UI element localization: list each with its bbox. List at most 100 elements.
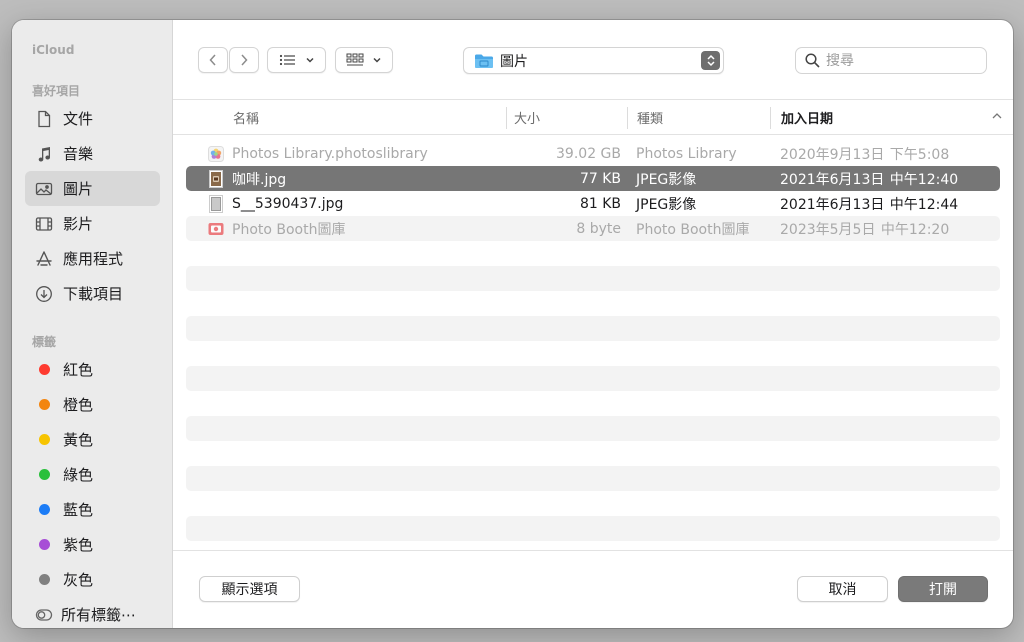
file-kind: Photos Library [636, 145, 737, 162]
sidebar-item-label: 所有標籤⋯ [61, 606, 137, 624]
download-icon [35, 285, 53, 303]
file-kind: JPEG影像 [636, 196, 697, 213]
tag-dot-icon [39, 364, 50, 375]
folder-icon [475, 54, 493, 68]
sidebar-heading-tags: 標籤 [32, 335, 57, 349]
file-row[interactable]: Photos Library.photoslibrary 39.02 GB Ph… [186, 141, 1000, 166]
sidebar-item-label: 橙色 [63, 396, 94, 414]
file-name: S__5390437.jpg [232, 195, 344, 212]
search-field[interactable] [795, 47, 987, 74]
sidebar-item-label: 灰色 [63, 571, 94, 589]
sidebar-tag-orange[interactable]: 橙色 [25, 387, 160, 422]
file-date: 2021年6月13日 中午12:40 [780, 171, 959, 188]
sidebar-item-label: 文件 [63, 110, 94, 128]
forward-button[interactable] [229, 47, 259, 73]
list-view-button[interactable] [267, 47, 326, 73]
empty-row [186, 316, 1000, 341]
sidebar-item-label: 藍色 [63, 501, 94, 519]
tag-dot-icon [39, 469, 50, 480]
file-row-selected[interactable]: 咖啡.jpg 77 KB JPEG影像 2021年6月13日 中午12:40 [186, 166, 1000, 191]
grid-view-button[interactable] [335, 47, 393, 73]
sidebar-heading-icloud: iCloud [32, 43, 75, 57]
column-size[interactable]: 大小 [514, 100, 540, 134]
tag-dot-icon [39, 399, 50, 410]
list-icon [279, 54, 295, 66]
column-date-added[interactable]: 加入日期 [781, 100, 833, 134]
tag-dot-icon [39, 539, 50, 550]
sidebar-item-label: 紫色 [63, 536, 94, 554]
file-row[interactable]: Photo Booth圖庫 8 byte Photo Booth圖庫 2023年… [186, 216, 1000, 241]
empty-row [186, 516, 1000, 541]
sidebar-item-label: 黃色 [63, 431, 94, 449]
music-note-icon [35, 145, 53, 163]
document-icon [35, 110, 53, 128]
location-label: 圖片 [500, 53, 528, 70]
sidebar-tag-gray[interactable]: 灰色 [25, 562, 160, 597]
column-separator[interactable] [506, 107, 507, 129]
photo-booth-icon [208, 216, 224, 241]
sidebar: iCloud 喜好項目 文件 音樂 圖片 影片 應用程式 下載項目 標籤 紅色 … [12, 20, 173, 628]
empty-row [186, 266, 1000, 291]
show-options-button[interactable]: 顯示選項 [199, 576, 300, 602]
column-separator[interactable] [770, 107, 771, 129]
sidebar-tag-purple[interactable]: 紫色 [25, 527, 160, 562]
chevron-down-icon [373, 57, 381, 63]
empty-row [186, 416, 1000, 441]
file-kind: JPEG影像 [636, 171, 697, 188]
tag-dot-icon [39, 504, 50, 515]
all-tags-icon [35, 606, 53, 624]
open-button[interactable]: 打開 [898, 576, 988, 602]
empty-row [186, 366, 1000, 391]
sidebar-tag-red[interactable]: 紅色 [25, 352, 160, 387]
sidebar-tag-yellow[interactable]: 黃色 [25, 422, 160, 457]
file-date: 2021年6月13日 中午12:44 [780, 196, 959, 213]
search-icon [805, 53, 820, 68]
file-name: Photos Library.photoslibrary [232, 145, 428, 162]
sidebar-item-label: 應用程式 [63, 250, 124, 268]
file-date: 2023年5月5日 中午12:20 [780, 221, 950, 238]
jpeg-thumbnail-icon [208, 191, 224, 216]
sidebar-item-label: 綠色 [63, 466, 94, 484]
sidebar-item-downloads[interactable]: 下載項目 [25, 276, 160, 311]
photos-library-icon [208, 141, 224, 166]
sidebar-item-documents[interactable]: 文件 [25, 101, 160, 136]
cancel-button[interactable]: 取消 [797, 576, 888, 602]
back-button[interactable] [198, 47, 228, 73]
photo-icon [35, 180, 53, 198]
sort-chevron-up-icon[interactable] [991, 112, 1003, 120]
chevron-down-icon [305, 57, 314, 63]
open-file-dialog: iCloud 喜好項目 文件 音樂 圖片 影片 應用程式 下載項目 標籤 紅色 … [12, 20, 1013, 628]
sidebar-item-label: 紅色 [63, 361, 94, 379]
file-kind: Photo Booth圖庫 [636, 221, 750, 238]
sidebar-all-tags[interactable]: 所有標籤⋯ [25, 597, 160, 628]
tag-dot-icon [39, 574, 50, 585]
column-header: 名稱 大小 種類 加入日期 [173, 99, 1013, 135]
column-kind[interactable]: 種類 [637, 100, 663, 134]
file-row[interactable]: S__5390437.jpg 81 KB JPEG影像 2021年6月13日 中… [186, 191, 1000, 216]
search-input[interactable] [826, 52, 976, 69]
chevron-left-icon [209, 54, 216, 66]
film-icon [35, 215, 53, 233]
sidebar-tag-blue[interactable]: 藍色 [25, 492, 160, 527]
sidebar-item-music[interactable]: 音樂 [25, 136, 160, 171]
column-separator[interactable] [627, 107, 628, 129]
tag-dot-icon [39, 434, 50, 445]
file-name: Photo Booth圖庫 [232, 221, 346, 238]
file-size: 8 byte [576, 220, 621, 237]
chevron-right-icon [241, 54, 248, 66]
sidebar-item-label: 影片 [63, 215, 94, 233]
sidebar-item-applications[interactable]: 應用程式 [25, 241, 160, 276]
updown-chevron-icon [701, 51, 720, 70]
file-size: 39.02 GB [556, 145, 621, 162]
file-size: 77 KB [579, 170, 621, 187]
sidebar-item-pictures[interactable]: 圖片 [25, 171, 160, 206]
column-name[interactable]: 名稱 [233, 100, 259, 134]
jpeg-thumbnail-icon [208, 166, 224, 191]
bottom-separator [173, 550, 1013, 551]
sidebar-tag-green[interactable]: 綠色 [25, 457, 160, 492]
sidebar-item-label: 音樂 [63, 145, 94, 163]
sidebar-item-movies[interactable]: 影片 [25, 206, 160, 241]
sidebar-heading-favorites: 喜好項目 [32, 84, 81, 98]
location-popup[interactable]: 圖片 [463, 47, 724, 74]
file-name: 咖啡.jpg [232, 171, 287, 188]
